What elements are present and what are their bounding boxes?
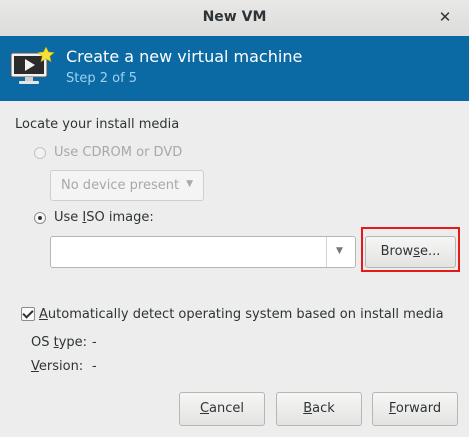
browse-button[interactable]: Browse...: [365, 236, 456, 268]
wizard-step-indicator: Step 2 of 5: [66, 71, 138, 86]
cdrom-device-value: No device present: [61, 178, 180, 193]
version-value: -: [92, 359, 97, 374]
iso-radio-label: Use ISO image:: [54, 210, 154, 225]
cdrom-device-select[interactable]: No device present ▼: [50, 170, 204, 201]
wizard-title: Create a new virtual machine: [66, 47, 303, 66]
title-bar: New VM ✕: [0, 0, 469, 37]
window-title: New VM: [202, 9, 267, 25]
close-icon[interactable]: ✕: [435, 7, 455, 27]
os-type-value: -: [92, 335, 97, 350]
auto-detect-os-label: Automatically detect operating system ba…: [39, 307, 444, 322]
os-type-label: OS type:: [31, 335, 88, 350]
version-label: Version:: [31, 359, 84, 374]
monitor-with-star-icon: [10, 47, 55, 84]
iso-path-combo[interactable]: ▼: [50, 236, 356, 268]
auto-detect-os-checkbox[interactable]: [21, 307, 35, 321]
dropdown-arrow-icon: ▼: [186, 179, 193, 189]
dropdown-arrow-icon[interactable]: ▼: [336, 246, 343, 256]
cancel-button[interactable]: Cancel: [179, 392, 265, 426]
iso-radio[interactable]: [34, 212, 46, 224]
cdrom-radio[interactable]: [34, 147, 46, 159]
install-media-section-label: Locate your install media: [15, 117, 180, 132]
wizard-header: Create a new virtual machine Step 2 of 5: [0, 36, 469, 101]
combo-separator: [326, 237, 327, 267]
iso-path-input[interactable]: [57, 243, 321, 263]
back-button[interactable]: Back: [276, 392, 362, 426]
forward-button[interactable]: Forward: [372, 392, 458, 426]
cdrom-radio-label: Use CDROM or DVD: [54, 145, 183, 160]
